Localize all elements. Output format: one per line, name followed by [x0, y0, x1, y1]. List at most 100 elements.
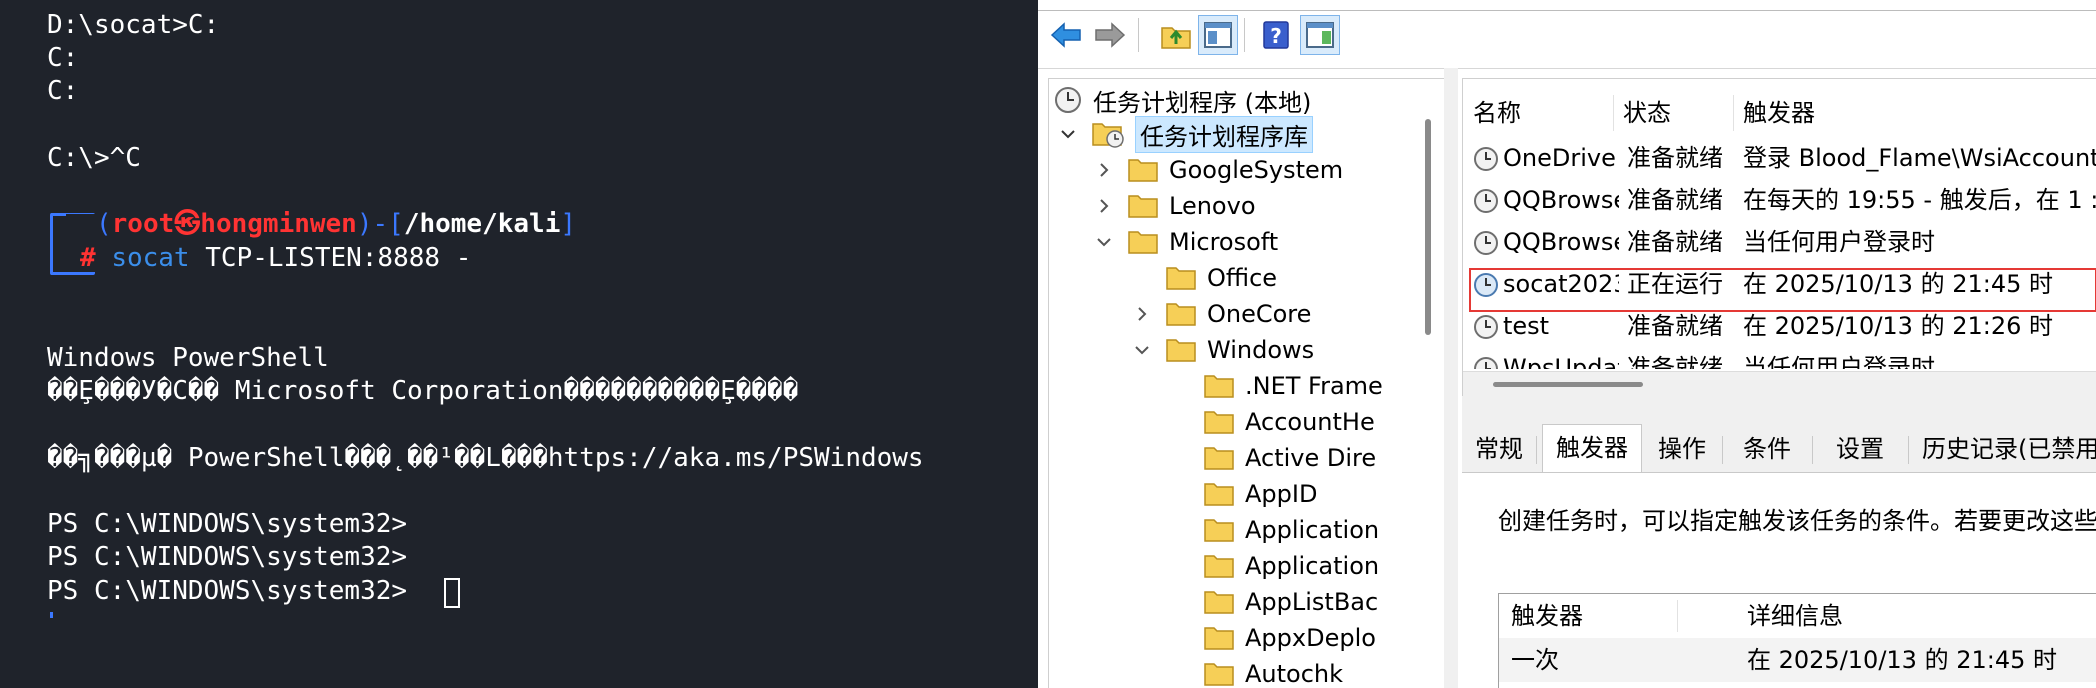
column-header-trigger[interactable]: 触发器 — [1743, 93, 1943, 128]
tab-general[interactable]: 常规 — [1462, 426, 1536, 472]
tree-item-label: Microsoft — [1169, 228, 1279, 256]
show-hide-action-pane-icon[interactable] — [1300, 15, 1340, 55]
terminal-line: C: — [47, 43, 79, 73]
folder-icon — [1204, 555, 1234, 578]
tab-triggers[interactable]: 触发器 — [1542, 424, 1642, 474]
tree-item[interactable]: AccountHe — [1203, 405, 1375, 439]
tree-item[interactable]: Office — [1165, 261, 1277, 295]
task-status: 准备就绪 — [1627, 228, 1723, 256]
tree-item[interactable]: Autochk — [1203, 657, 1343, 688]
column-header-details[interactable]: 详细信息 — [1747, 594, 2096, 638]
help-icon[interactable]: ? — [1256, 15, 1296, 55]
triggers-tab-content: 创建任务时，可以指定触发该任务的条件。若要更改这些触发 触发器 详细信息 一次 … — [1462, 472, 2096, 688]
table-row[interactable]: QQBrowser ... 准备就绪 在每天的 19:55 - 触发后，在 1 … — [1463, 179, 2096, 221]
tree-scrollbar-thumb[interactable] — [1425, 119, 1431, 335]
terminal-cursor[interactable] — [444, 578, 460, 608]
tree-item[interactable]: Windows — [1133, 333, 1314, 367]
clock-icon — [1474, 357, 1498, 369]
folder-icon — [1204, 663, 1234, 686]
folder-icon — [1204, 447, 1234, 470]
svg-text:?: ? — [1270, 24, 1282, 48]
terminal-line: PS C:\WINDOWS\system32> — [47, 542, 408, 572]
clock-icon — [1474, 315, 1498, 339]
back-icon[interactable] — [1046, 15, 1086, 55]
terminal-line: ��╗���µ� PowerShell���˛��¹��L���https://… — [47, 443, 924, 473]
triggers-table-header: 触发器 详细信息 — [1499, 594, 2096, 638]
chevron-right-icon[interactable] — [1095, 161, 1113, 179]
tree-item[interactable]: OneCore — [1133, 297, 1311, 331]
tree-item[interactable]: .NET Frame — [1203, 369, 1383, 403]
tree-item[interactable]: Active Dire — [1203, 441, 1376, 475]
task-status: 准备就绪 — [1627, 312, 1723, 340]
chevron-right-icon[interactable] — [1133, 305, 1151, 323]
column-header-status[interactable]: 状态 — [1623, 93, 1703, 128]
terminal-line: PS C:\WINDOWS\system32> — [47, 509, 408, 539]
folder-icon — [1204, 591, 1234, 614]
terminal-window[interactable]: D:\socat>C: C: C: C:\>^C (root㉿hongminwe… — [0, 0, 1038, 688]
tree-item-label: AppxDeplo — [1245, 624, 1376, 652]
task-name: WpsUpdate... — [1503, 354, 1619, 369]
clock-icon — [1474, 231, 1498, 255]
scrollbar-thumb[interactable] — [1493, 382, 1643, 387]
tree-item[interactable]: AppID — [1203, 477, 1317, 511]
folder-icon — [1128, 195, 1158, 218]
tree-item[interactable]: Application — [1203, 513, 1379, 547]
tree-item-label: .NET Frame — [1245, 372, 1383, 400]
tree-item[interactable]: AppxDeplo — [1203, 621, 1376, 655]
triggers-table[interactable]: 触发器 详细信息 一次 在 2025/10/13 的 21:45 时 — [1498, 593, 2096, 688]
terminal-line: ��Ȩ���У�C�� Microsoft Corporation�������… — [47, 376, 799, 406]
show-hide-tree-icon[interactable] — [1198, 15, 1238, 55]
column-header-trigger[interactable]: 触发器 — [1511, 594, 1671, 638]
tab-settings[interactable]: 设置 — [1814, 426, 1906, 472]
table-row[interactable]: QQBrowser ... 准备就绪 当任何用户登录时 — [1463, 221, 2096, 263]
terminal-line: Windows PowerShell — [47, 343, 329, 373]
terminal-line: PS C:\WINDOWS\system32> — [47, 576, 408, 606]
tree-item-library[interactable]: 任务计划程序库 — [1059, 115, 1313, 153]
folder-icon — [1166, 339, 1196, 362]
clock-icon — [1474, 189, 1498, 213]
column-header-name[interactable]: 名称 — [1473, 93, 1603, 128]
tab-history[interactable]: 历史记录(已禁用 — [1914, 426, 2096, 472]
task-trigger: 在每天的 19:55 - 触发后，在 1 : — [1743, 186, 2096, 214]
terminal-line: C:\>^C — [47, 143, 141, 173]
table-row[interactable]: WpsUpdate... 准备就绪 当任何用户登录时 — [1463, 347, 2096, 369]
folder-icon — [1204, 627, 1234, 650]
table-row[interactable]: OneDrive St... 准备就绪 登录 Blood_Flame\WsiAc… — [1463, 137, 2096, 179]
task-list[interactable]: 名称 状态 触发器 OneDrive St... 准备就绪 登录 Blood_F… — [1462, 78, 2096, 398]
pane-splitter[interactable] — [1444, 68, 1458, 688]
task-name: QQBrowser ... — [1503, 228, 1619, 256]
folder-icon — [1128, 231, 1158, 254]
chevron-down-icon[interactable] — [1095, 233, 1113, 251]
folder-icon — [1204, 519, 1234, 542]
tree-item-label: Office — [1207, 264, 1278, 292]
tree-item-label: GoogleSystem — [1169, 156, 1344, 184]
task-status: 准备就绪 — [1627, 144, 1723, 172]
chevron-down-icon[interactable] — [1059, 125, 1077, 143]
triggers-description: 创建任务时，可以指定触发该任务的条件。若要更改这些触发 — [1498, 507, 2096, 535]
tree-item[interactable]: Lenovo — [1095, 189, 1256, 223]
table-row[interactable]: 一次 在 2025/10/13 的 21:45 时 — [1499, 638, 2096, 682]
task-trigger: 当任何用户登录时 — [1743, 354, 1935, 369]
folder-icon — [1204, 375, 1234, 398]
tree-pane[interactable]: 任务计划程序 (本地) 任务计划程序库 GoogleSystem Lenovo … — [1048, 78, 1446, 688]
tree-item-root[interactable]: 任务计划程序 (本地) — [1053, 83, 1311, 117]
tab-bar: 常规 触发器 操作 条件 设置 历史记录(已禁用 — [1462, 424, 2096, 474]
folder-clock-icon — [1092, 123, 1124, 148]
chevron-right-icon[interactable] — [1095, 197, 1113, 215]
tab-actions[interactable]: 操作 — [1642, 426, 1722, 472]
tree-item[interactable]: Application — [1203, 549, 1379, 583]
tab-conditions[interactable]: 条件 — [1724, 426, 1810, 472]
up-folder-icon[interactable] — [1156, 15, 1196, 55]
tree-item[interactable]: AppListBac — [1203, 585, 1378, 619]
tree-item-label: AppListBac — [1245, 588, 1379, 616]
tree-item[interactable]: GoogleSystem — [1095, 153, 1343, 187]
horizontal-scrollbar[interactable] — [1463, 371, 2096, 397]
tree-item-label: Application — [1245, 552, 1380, 580]
trigger-type: 一次 — [1511, 646, 1559, 674]
toolbar: ? — [1038, 0, 2096, 69]
forward-icon[interactable] — [1090, 15, 1130, 55]
tree-item[interactable]: Microsoft — [1095, 225, 1278, 259]
chevron-down-icon[interactable] — [1133, 341, 1151, 359]
folder-icon — [1204, 411, 1234, 434]
tree-item-label: AppID — [1245, 480, 1318, 508]
